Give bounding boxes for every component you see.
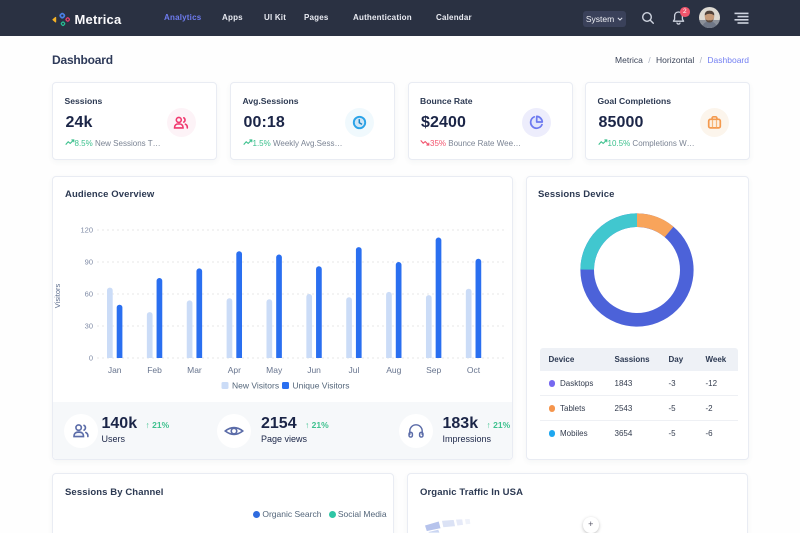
- svg-text:May: May: [266, 365, 283, 375]
- svg-text:0: 0: [89, 353, 93, 362]
- svg-text:New Visitors: New Visitors: [232, 380, 279, 390]
- svg-text:120: 120: [80, 225, 93, 234]
- svg-text:Unique Visitors: Unique Visitors: [293, 380, 350, 390]
- svg-text:Jun: Jun: [307, 365, 321, 375]
- svg-text:Mar: Mar: [187, 365, 202, 375]
- svg-text:60: 60: [85, 289, 93, 298]
- svg-text:Oct: Oct: [467, 365, 481, 375]
- svg-text:Jan: Jan: [108, 365, 122, 375]
- svg-text:90: 90: [85, 257, 93, 266]
- svg-text:Visitors: Visitors: [53, 283, 62, 308]
- svg-text:Jul: Jul: [348, 365, 359, 375]
- svg-text:30: 30: [85, 321, 93, 330]
- svg-text:Aug: Aug: [386, 365, 401, 375]
- svg-text:Sep: Sep: [426, 365, 441, 375]
- svg-text:Feb: Feb: [147, 365, 162, 375]
- svg-text:Apr: Apr: [228, 365, 241, 375]
